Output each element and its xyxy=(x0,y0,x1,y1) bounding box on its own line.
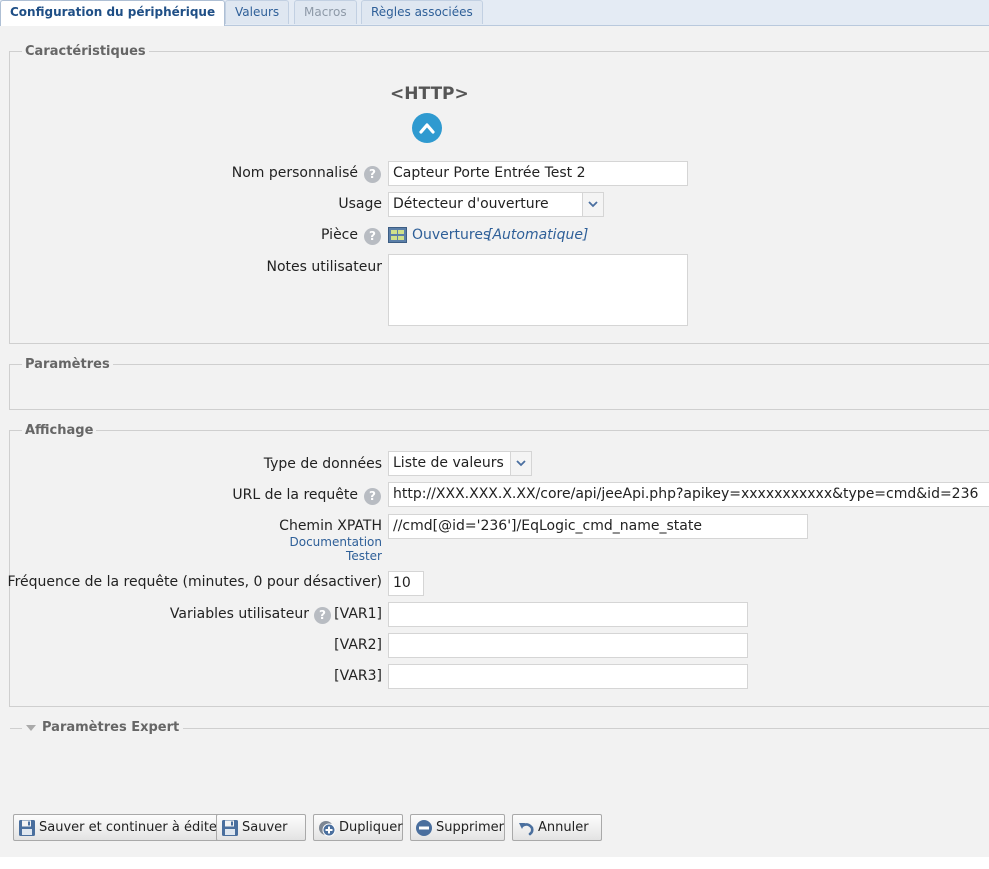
variables-label: Variables utilisateur xyxy=(169,606,309,622)
duplicate-icon xyxy=(319,821,336,837)
undo-icon xyxy=(519,823,534,836)
parametres-section: Paramètres xyxy=(9,357,989,410)
xpath-input[interactable]: //cmd[@id='236']/EqLogic_cmd_name_state xyxy=(388,514,808,539)
var1-label: [VAR1] xyxy=(334,606,382,622)
documentation-link[interactable]: Documentation xyxy=(289,535,382,549)
floppy-disk-icon xyxy=(222,820,238,836)
notes-label: Notes utilisateur xyxy=(266,259,382,275)
usage-label: Usage xyxy=(338,196,382,212)
var2-input[interactable] xyxy=(388,633,748,658)
notes-textarea[interactable] xyxy=(388,254,688,326)
affichage-legend: Affichage xyxy=(25,423,94,438)
device-type-title: <HTTP> xyxy=(390,84,469,104)
nom-input[interactable]: Capteur Porte Entrée Test 2 xyxy=(388,161,688,186)
xpath-label: Chemin XPATH xyxy=(279,518,382,534)
config-panel: Caractéristiques <HTTP> Nom personnalisé… xyxy=(0,26,989,857)
url-input[interactable]: http://XXX.XXX.X.XX/core/api/jeeApi.php?… xyxy=(388,482,989,507)
frequence-input[interactable]: 10 xyxy=(388,571,424,596)
type-dropdown-arrow[interactable] xyxy=(510,452,531,475)
var2-label: [VAR2] xyxy=(334,637,382,653)
delete-button[interactable]: Supprimer xyxy=(410,814,505,841)
piece-label: Pièce xyxy=(321,227,358,243)
room-icon xyxy=(388,227,407,243)
frequence-label: Fréquence de la requête (minutes, 0 pour… xyxy=(7,574,382,590)
question-icon[interactable]: ? xyxy=(364,488,381,505)
nom-label: Nom personnalisé xyxy=(231,165,358,181)
tab-regles-associees[interactable]: Règles associées xyxy=(361,0,483,24)
minus-circle-icon xyxy=(416,820,432,836)
piece-mode: [Automatique] xyxy=(487,227,589,243)
type-donnees-select[interactable]: Liste de valeurs xyxy=(388,451,532,476)
expert-legend: Paramètres Expert xyxy=(42,720,180,735)
question-icon[interactable]: ? xyxy=(364,166,381,183)
chevron-down-icon xyxy=(516,460,526,467)
save-button[interactable]: Sauver xyxy=(216,814,306,841)
url-label: URL de la requête xyxy=(232,487,358,503)
type-donnees-label: Type de données xyxy=(263,456,382,472)
tab-macros[interactable]: Macros xyxy=(294,0,357,24)
expert-toggle[interactable]: Paramètres Expert xyxy=(22,720,184,735)
cancel-label: Annuler xyxy=(538,820,589,835)
duplicate-button[interactable]: Dupliquer xyxy=(313,814,403,841)
caracteristiques-legend: Caractéristiques xyxy=(25,44,146,59)
usage-value: Détecteur d'ouverture xyxy=(393,196,549,212)
floppy-disk-icon xyxy=(19,820,35,836)
question-icon[interactable]: ? xyxy=(314,607,331,624)
var1-input[interactable] xyxy=(388,602,748,627)
var3-input[interactable] xyxy=(388,664,748,689)
chevron-down-icon xyxy=(588,201,598,208)
var3-label: [VAR3] xyxy=(334,668,382,684)
save-continue-button[interactable]: Sauver et continuer à éditer xyxy=(13,814,230,841)
tester-link[interactable]: Tester xyxy=(346,549,382,563)
parametres-legend: Paramètres xyxy=(25,357,110,372)
tab-bar: Configuration du périphérique Valeurs Ma… xyxy=(0,0,989,26)
type-donnees-value: Liste de valeurs xyxy=(393,455,504,471)
usage-select[interactable]: Détecteur d'ouverture xyxy=(388,192,604,217)
collapse-button[interactable] xyxy=(412,113,442,143)
tab-valeurs[interactable]: Valeurs xyxy=(225,0,290,24)
chevron-up-icon xyxy=(419,123,435,134)
question-icon[interactable]: ? xyxy=(364,228,381,245)
usage-dropdown-arrow[interactable] xyxy=(582,193,603,216)
tab-configuration[interactable]: Configuration du périphérique xyxy=(0,0,226,26)
delete-label: Supprimer xyxy=(436,820,504,835)
save-label: Sauver xyxy=(242,820,288,835)
cancel-button[interactable]: Annuler xyxy=(512,814,602,841)
piece-link[interactable]: Ouvertures xyxy=(412,227,490,243)
expand-triangle-icon xyxy=(26,724,36,731)
duplicate-label: Dupliquer xyxy=(339,820,403,835)
save-continue-label: Sauver et continuer à éditer xyxy=(39,820,223,835)
